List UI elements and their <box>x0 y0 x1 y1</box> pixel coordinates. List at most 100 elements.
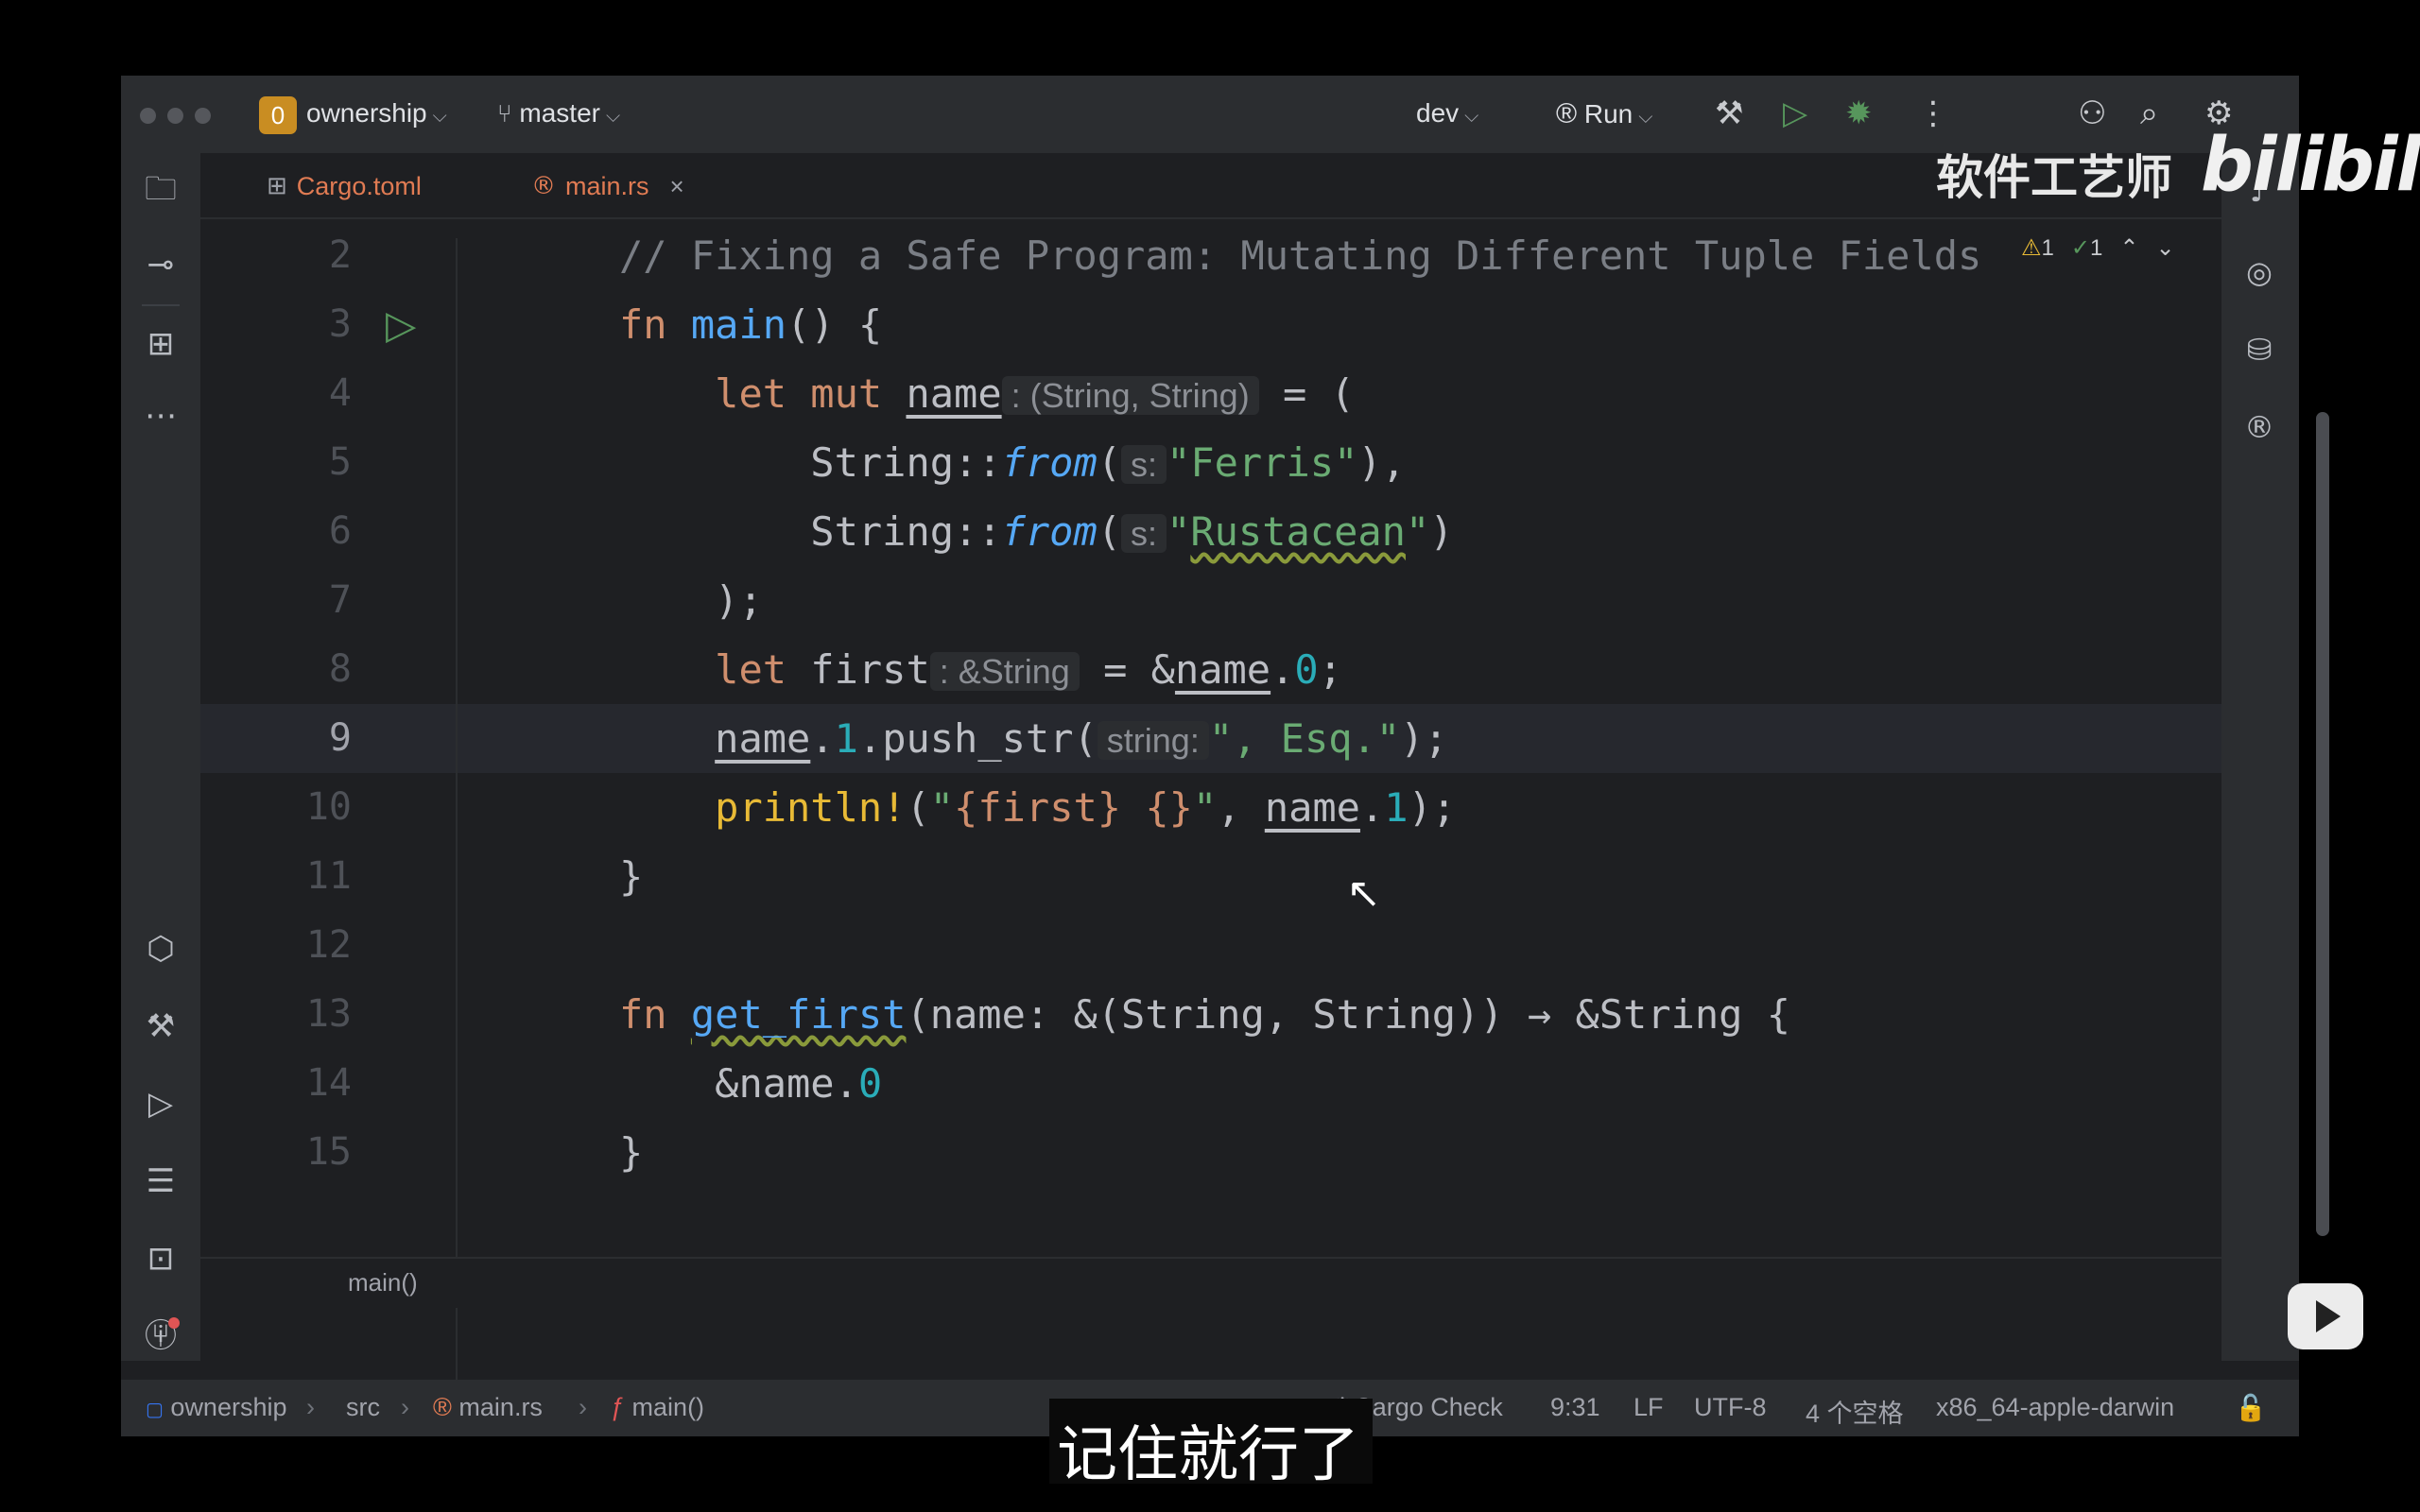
search-icon[interactable]: ⌕ <box>2140 94 2158 132</box>
git-branch-icon: ⑂ <box>497 99 512 128</box>
line-separator[interactable]: LF <box>1634 1393 1664 1422</box>
caret-position[interactable]: 9:31 <box>1550 1393 1600 1422</box>
lock-icon[interactable]: 🔓 <box>2235 1393 2267 1423</box>
breadcrumb-main-fn[interactable]: main() <box>348 1268 418 1297</box>
branch-switcher[interactable]: ⑂ master ⌵ <box>497 98 620 129</box>
project-folder-icon[interactable]: 🗀 <box>138 166 183 212</box>
code-text: fn main() { <box>619 301 883 348</box>
next-highlight-icon[interactable]: ⌄ <box>2155 234 2174 262</box>
function-icon: ƒ <box>611 1393 626 1421</box>
status-project[interactable]: ▢ ownership <box>146 1393 287 1422</box>
terminal-icon[interactable]: ⊡ <box>138 1236 183 1281</box>
warning-count[interactable]: ⚠1 <box>2021 234 2054 262</box>
add-user-icon[interactable]: ⚇ <box>2078 94 2106 132</box>
code-line: 11 } <box>200 842 2221 911</box>
code-text: ); <box>715 577 763 624</box>
chevron-right-icon: › <box>579 1393 587 1421</box>
close-window-button[interactable] <box>140 108 156 124</box>
video-subtitle: 记住就行了 <box>1057 1420 1359 1490</box>
code-text: String::from(s: "Ferris"), <box>810 439 1406 486</box>
param-hint: string: <box>1097 721 1209 760</box>
branch-name: master <box>519 98 600 128</box>
line-number: 2 <box>328 233 352 277</box>
code-editor[interactable]: 2 // Fixing a Safe Program: Mutating Dif… <box>200 221 2221 1257</box>
check-icon: ✓ <box>2070 235 2090 261</box>
code-line: 12 <box>200 911 2221 980</box>
line-number: 3 <box>328 302 352 346</box>
code-line: 3 ▷ fn main() { <box>200 290 2221 359</box>
build-hammer-icon[interactable]: ⚒ <box>1715 94 1743 132</box>
code-text: } <box>619 853 644 900</box>
run-icon[interactable]: ▷ <box>1783 94 1807 132</box>
code-text: String::from(s: "Rustacean") <box>810 508 1454 555</box>
code-line: 7 ); <box>200 566 2221 635</box>
run-tool-icon[interactable]: ▷ <box>138 1081 183 1126</box>
code-text: &name.0 <box>715 1060 883 1107</box>
todo-list-icon[interactable]: ☰ <box>138 1159 183 1204</box>
chevron-down-icon: ⌵ <box>432 106 447 127</box>
chevron-right-icon: › <box>306 1393 315 1421</box>
type-hint: : &String <box>929 652 1080 691</box>
tab-label: Cargo.toml <box>296 171 422 200</box>
structure-icon[interactable]: ⊞ <box>138 321 183 367</box>
ide-window: 0 ownership ⌵ ⑂ master ⌵ dev ⌵ ® Run ⌵ ⚒ ▷ ✹… <box>121 76 2412 1436</box>
current-code-line: 9 name.1.push_str(string: ", Esq."); <box>200 704 2221 773</box>
line-number: 8 <box>328 647 352 691</box>
status-fn[interactable]: ƒ main() <box>611 1393 704 1422</box>
project-badge[interactable]: 0 <box>259 96 297 134</box>
previous-highlight-icon[interactable]: ⌃ <box>2119 234 2138 262</box>
line-number: 13 <box>305 992 352 1036</box>
more-actions-icon[interactable]: ⋮ <box>1917 94 1949 132</box>
line-number: 10 <box>305 785 352 829</box>
editor-breadcrumb: main() <box>200 1257 2221 1308</box>
tab-main-rs[interactable]: ® main.rs × <box>531 153 684 219</box>
services-icon[interactable]: ⬡ <box>138 926 183 971</box>
window-controls <box>140 108 211 124</box>
run-config-selector[interactable]: dev ⌵ <box>1416 98 1478 129</box>
warning-icon: ⚠ <box>2021 235 2042 261</box>
inspection-widget[interactable]: ⚠1 ✓1 ⌃ ⌄ <box>2021 234 2175 262</box>
zoom-window-button[interactable] <box>195 108 211 124</box>
code-line: 6 String::from(s: "Rustacean") <box>200 497 2221 566</box>
file-encoding[interactable]: UTF-8 <box>1694 1393 1767 1422</box>
toml-file-icon: ⊞ <box>267 172 287 200</box>
rust-file-icon: ® <box>433 1393 452 1421</box>
build-icon[interactable]: ⚒ <box>138 1004 183 1049</box>
chevron-down-icon: ⌵ <box>1464 106 1479 127</box>
status-src[interactable]: src <box>346 1393 380 1422</box>
rust-tool-icon[interactable]: ® <box>2237 404 2282 450</box>
database-icon[interactable]: ⛁ <box>2237 327 2282 372</box>
project-switcher[interactable]: ownership ⌵ <box>306 98 447 129</box>
editor-scrollbar[interactable] <box>2316 412 2329 1236</box>
ai-assistant-icon[interactable]: ◎ <box>2237 249 2282 295</box>
target-triple[interactable]: x86_64-apple-darwin <box>1936 1393 2174 1422</box>
project-name: ownership <box>306 98 427 128</box>
module-icon: ▢ <box>146 1400 164 1420</box>
commit-icon[interactable]: ⊸ <box>138 242 183 287</box>
code-line: 4 let mut name: (String, String) = ( <box>200 359 2221 428</box>
git-icon[interactable]: ⑂ <box>138 1314 183 1359</box>
weak-warning-count[interactable]: ✓1 <box>2071 234 2102 262</box>
status-file[interactable]: ® main.rs <box>433 1393 543 1422</box>
run-gutter-icon[interactable]: ▷ <box>386 305 416 345</box>
rust-file-icon: ® <box>531 172 556 200</box>
code-line: 8 let first: &String = &name.0; <box>200 635 2221 704</box>
run-config-name: dev <box>1416 98 1460 128</box>
bilibili-tv-icon[interactable] <box>2288 1283 2363 1349</box>
left-tool-stripe: 🗀 ⊸ ⊞ ⋯ ⬡ ⚒ ▷ ☰ ⊡ ⓘ <box>121 153 200 1361</box>
param-hint: s: <box>1121 514 1167 553</box>
more-tools-icon[interactable]: ⋯ <box>138 393 183 438</box>
tab-cargo-toml[interactable]: ⊞ Cargo.toml <box>267 153 422 219</box>
minimize-window-button[interactable] <box>167 108 183 124</box>
line-number: 6 <box>328 509 352 553</box>
channel-watermark: 软件工艺师 <box>1936 150 2172 205</box>
param-hint: s: <box>1121 445 1167 484</box>
close-tab-icon[interactable]: × <box>670 172 684 201</box>
code-text: fn get_first(name: &(String, String)) → … <box>619 991 1791 1038</box>
mouse-cursor-icon: ↖ <box>1346 869 1381 918</box>
code-line: 15 } <box>200 1118 2221 1187</box>
run-menu[interactable]: ® Run ⌵ <box>1556 98 1652 130</box>
debug-bug-icon[interactable]: ✹ <box>1845 94 1873 132</box>
code-text: // Fixing a Safe Program: Mutating Diffe… <box>619 232 1982 279</box>
indent-setting[interactable]: 4 个空格 <box>1806 1393 1904 1430</box>
